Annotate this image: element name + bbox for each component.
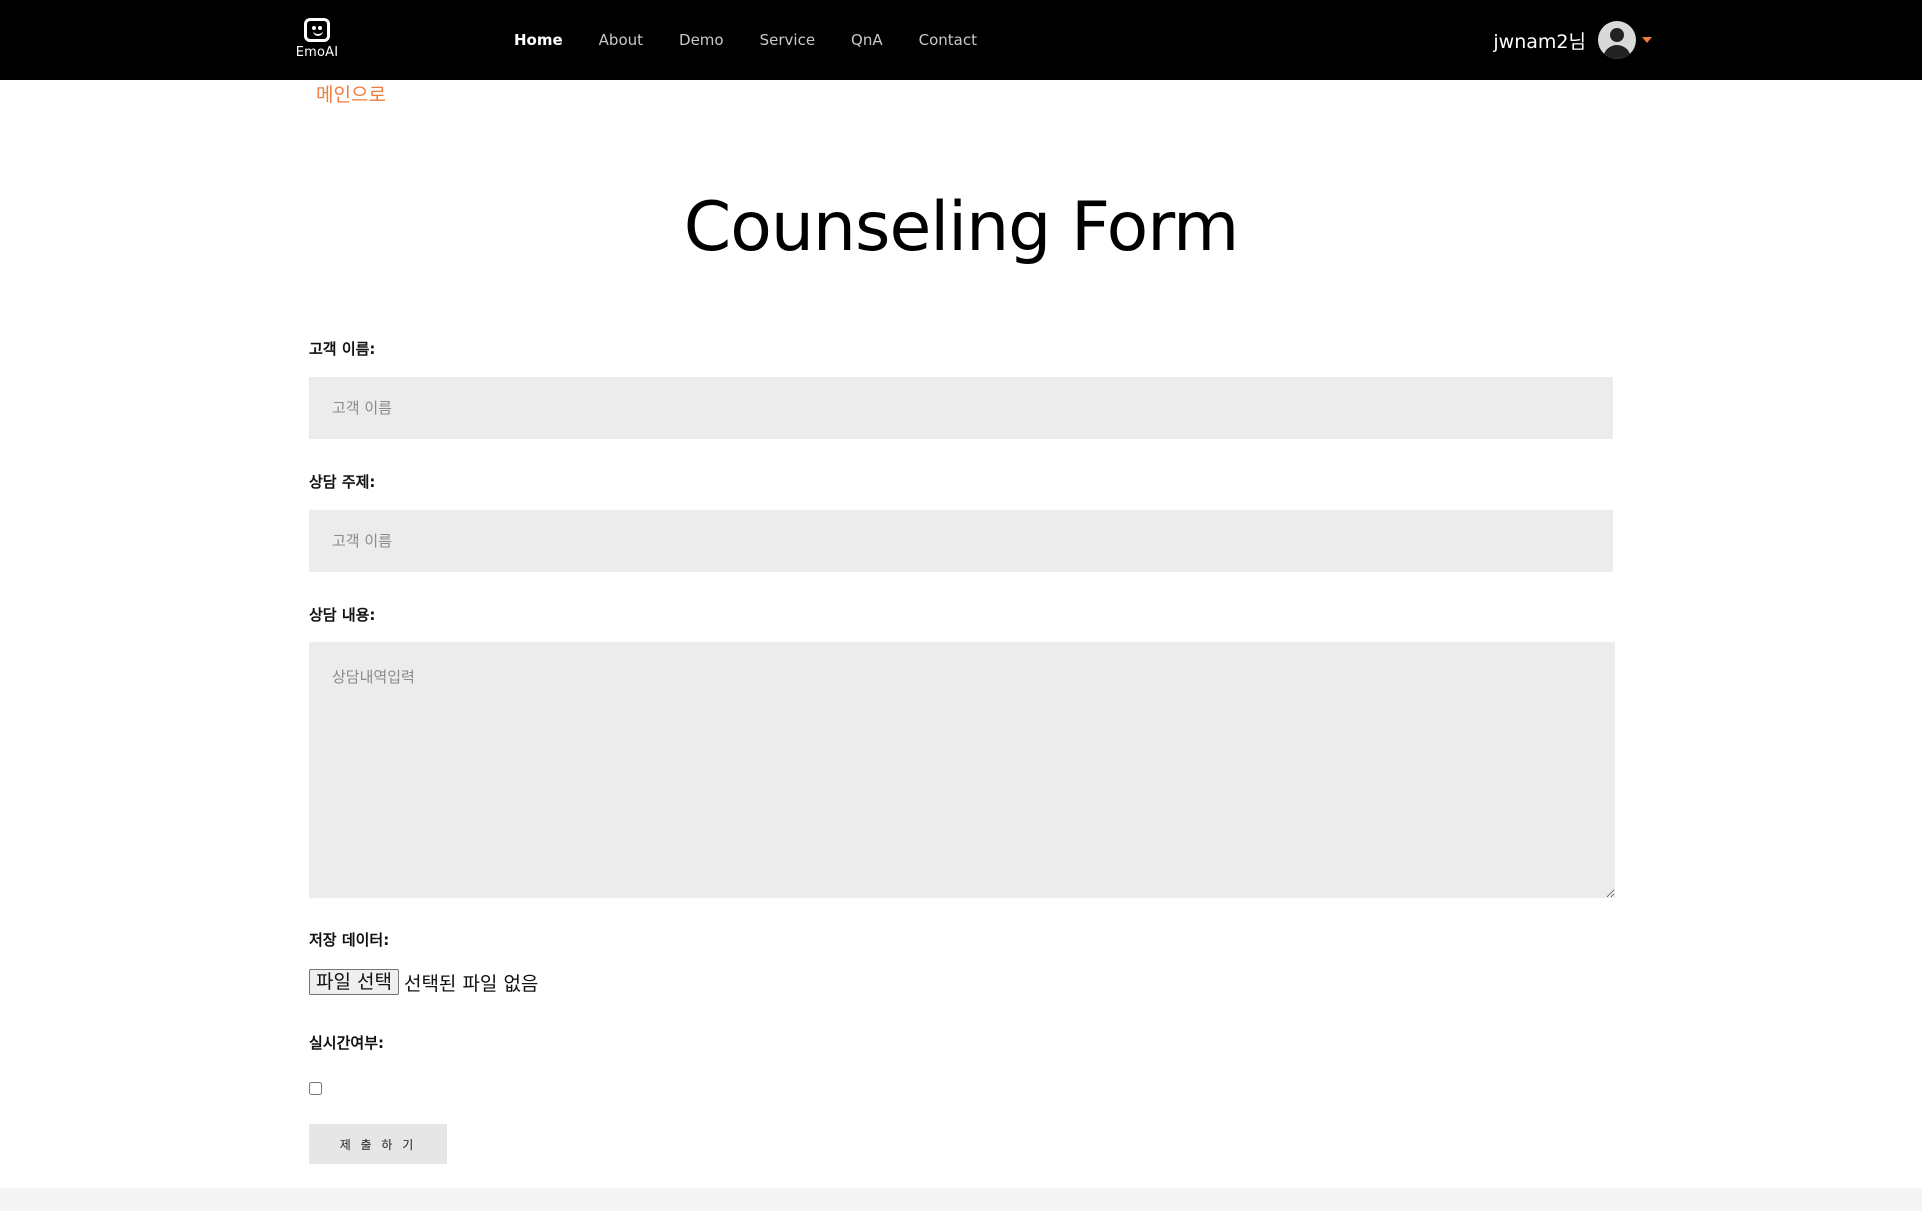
caret-down-icon[interactable] xyxy=(1642,37,1652,43)
file-upload: 파일 선택 선택된 파일 없음 xyxy=(309,968,1614,996)
back-to-main-link[interactable]: 메인으로 xyxy=(316,80,386,107)
nav-about[interactable]: About xyxy=(599,31,643,49)
user-menu[interactable]: jwnam2님 xyxy=(1493,20,1652,60)
file-label: 저장 데이터: xyxy=(309,931,390,949)
subject-label: 상담 주제: xyxy=(309,473,376,491)
logo[interactable]: EmoAI xyxy=(295,18,339,60)
choose-file-button[interactable]: 파일 선택 xyxy=(309,969,399,995)
customer-name-label: 고객 이름: xyxy=(309,340,376,358)
main-nav: Home About Demo Service QnA Contact xyxy=(514,0,1013,80)
user-avatar-icon[interactable] xyxy=(1598,21,1636,59)
file-status: 선택된 파일 없음 xyxy=(403,972,539,995)
nav-demo[interactable]: Demo xyxy=(679,31,724,49)
footer xyxy=(0,1188,1922,1211)
customer-name-input[interactable] xyxy=(309,377,1613,439)
logo-text: EmoAI xyxy=(295,45,339,60)
realtime-checkbox[interactable] xyxy=(309,1082,322,1095)
nav-qna[interactable]: QnA xyxy=(851,31,883,49)
content-label: 상담 내용: xyxy=(309,606,376,624)
nav-home[interactable]: Home xyxy=(514,31,563,49)
realtime-label: 실시간여부: xyxy=(309,1034,384,1052)
page-title: Counseling Form xyxy=(683,188,1240,267)
top-navbar: EmoAI Home About Demo Service QnA Contac… xyxy=(0,0,1922,80)
content-textarea[interactable] xyxy=(309,642,1615,898)
nav-service[interactable]: Service xyxy=(760,31,815,49)
submit-button[interactable]: 제 출 하 기 xyxy=(309,1124,447,1164)
user-name: jwnam2님 xyxy=(1493,30,1586,53)
subject-input[interactable] xyxy=(309,510,1613,572)
counseling-form: 고객 이름: 상담 주제: 상담 내용: 저장 데이터: 파일 선택 선택된 파… xyxy=(309,338,1615,1164)
nav-contact[interactable]: Contact xyxy=(919,31,977,49)
robot-face-icon xyxy=(304,18,330,42)
